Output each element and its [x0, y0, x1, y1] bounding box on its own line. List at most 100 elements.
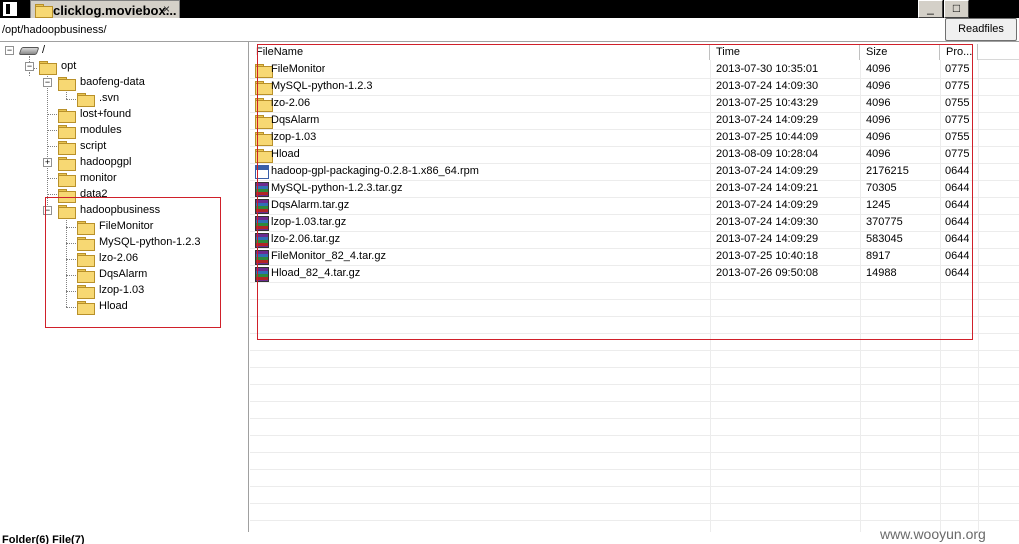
column-header-size[interactable]: Size [860, 44, 940, 60]
tree-node-hadoopgpl[interactable]: + hadoopgpl [0, 155, 240, 171]
table-row[interactable]: lzo-2.06 2013-07-25 10:43:29 4096 0755 [250, 96, 1019, 113]
empty-row [250, 487, 1019, 504]
file-name-cell: lzo-2.06.tar.gz [271, 233, 341, 245]
file-permissions-cell: 0755 [945, 97, 970, 109]
table-row[interactable]: FileMonitor_82_4.tar.gz 2013-07-25 10:40:… [250, 249, 1019, 266]
folder-icon [77, 221, 95, 235]
file-permissions-cell: 0644 [945, 165, 970, 177]
tree-node-lzo[interactable]: lzo-2.06 [0, 251, 240, 267]
app-icon[interactable] [2, 1, 18, 17]
file-size-cell: 4096 [866, 148, 891, 160]
column-header-filename[interactable]: FileName [250, 44, 710, 60]
tree-node-label: hadoopbusiness [80, 204, 161, 216]
tree-node-hadoopbusiness[interactable]: − hadoopbusiness [0, 203, 240, 219]
file-list[interactable]: FileName Time Size Pro... FileMonitor 201… [250, 42, 1019, 532]
file-name-cell: MySQL-python-1.2.3 [271, 80, 373, 92]
maximize-button[interactable]: □ [944, 0, 969, 18]
archive-icon [255, 199, 269, 214]
file-permissions-cell: 0775 [945, 80, 970, 92]
tree-node-lost-found[interactable]: lost+found [0, 107, 240, 123]
file-name-cell: Hload [271, 148, 300, 160]
file-time-cell: 2013-07-26 09:50:08 [716, 267, 819, 279]
empty-row [250, 402, 1019, 419]
table-row[interactable]: lzop-1.03.tar.gz 2013-07-24 14:09:30 37077… [250, 215, 1019, 232]
table-row[interactable]: Hload 2013-08-09 10:28:04 4096 0775 [250, 147, 1019, 164]
file-permissions-cell: 0644 [945, 182, 970, 194]
tree-node-label: DqsAlarm [99, 268, 148, 280]
folder-icon [58, 141, 76, 155]
file-permissions-cell: 0644 [945, 216, 970, 228]
tree-node-script[interactable]: script [0, 139, 240, 155]
path-bar [0, 18, 1019, 42]
file-permissions-cell: 0775 [945, 114, 970, 126]
tree-node-baofeng-data[interactable]: − baofeng-data [0, 75, 240, 91]
collapse-icon[interactable]: − [25, 62, 34, 71]
file-permissions-cell: 0644 [945, 267, 970, 279]
tree-node-label: MySQL-python-1.2.3 [99, 236, 201, 248]
tree-node-root[interactable]: − / [0, 43, 240, 59]
file-size-cell: 2176215 [866, 165, 909, 177]
tree-node-hload[interactable]: Hload [0, 299, 240, 315]
tree-node-data2[interactable]: data2 [0, 187, 240, 203]
tree-node-dqsalarm[interactable]: DqsAlarm [0, 267, 240, 283]
readfiles-button[interactable]: Readfiles [945, 18, 1017, 41]
file-permissions-cell: 0644 [945, 199, 970, 211]
expand-icon[interactable]: + [43, 158, 52, 167]
session-tab[interactable]: clicklog.moviebox... × [30, 0, 180, 18]
folder-icon [58, 157, 76, 171]
table-row[interactable]: FileMonitor 2013-07-30 10:35:01 4096 0775 [250, 62, 1019, 79]
directory-tree[interactable]: − / − opt − baofeng-data .svn lost+found… [0, 42, 249, 532]
folder-icon [58, 173, 76, 187]
tree-node-monitor[interactable]: monitor [0, 171, 240, 187]
path-input[interactable] [2, 19, 942, 39]
file-permissions-cell: 0755 [945, 131, 970, 143]
table-row[interactable]: lzo-2.06.tar.gz 2013-07-24 14:09:29 583045… [250, 232, 1019, 249]
empty-row [250, 419, 1019, 436]
drive-icon [18, 47, 40, 55]
column-header-time[interactable]: Time [710, 44, 860, 60]
file-time-cell: 2013-07-24 14:09:30 [716, 216, 819, 228]
table-row[interactable]: Hload_82_4.tar.gz 2013-07-26 09:50:08 1498… [250, 266, 1019, 283]
folder-icon [255, 115, 273, 129]
folder-icon [58, 205, 76, 219]
tree-node-mysql-python[interactable]: MySQL-python-1.2.3 [0, 235, 240, 251]
tree-node-modules[interactable]: modules [0, 123, 240, 139]
column-header-permissions[interactable]: Pro... [940, 44, 978, 60]
folder-icon [255, 81, 273, 95]
rpm-icon [255, 165, 269, 179]
file-size-cell: 583045 [866, 233, 903, 245]
minimize-button[interactable]: _ [918, 0, 943, 18]
folder-icon [58, 189, 76, 203]
table-row[interactable]: MySQL-python-1.2.3 2013-07-24 14:09:30 409… [250, 79, 1019, 96]
tree-node-filemonitor[interactable]: FileMonitor [0, 219, 240, 235]
file-permissions-cell: 0644 [945, 233, 970, 245]
table-row[interactable]: lzop-1.03 2013-07-25 10:44:09 4096 0755 [250, 130, 1019, 147]
table-row[interactable]: DqsAlarm.tar.gz 2013-07-24 14:09:29 1245 06… [250, 198, 1019, 215]
folder-icon [35, 4, 53, 18]
empty-row [250, 436, 1019, 453]
collapse-icon[interactable]: − [43, 78, 52, 87]
empty-row [250, 504, 1019, 521]
tree-node-label: lzop-1.03 [99, 284, 145, 296]
table-row[interactable]: MySQL-python-1.2.3.tar.gz 2013-07-24 14:0… [250, 181, 1019, 198]
tree-node-lzop[interactable]: lzop-1.03 [0, 283, 240, 299]
archive-icon [255, 216, 269, 231]
collapse-icon[interactable]: − [5, 46, 14, 55]
file-size-cell: 4096 [866, 97, 891, 109]
file-name-cell: FileMonitor [271, 63, 326, 75]
folder-icon [58, 109, 76, 123]
tree-node-opt[interactable]: − opt [0, 59, 240, 75]
file-size-cell: 70305 [866, 182, 897, 194]
tree-node-svn[interactable]: .svn [0, 91, 240, 107]
table-row[interactable]: DqsAlarm 2013-07-24 14:09:29 4096 0775 [250, 113, 1019, 130]
file-time-cell: 2013-07-25 10:43:29 [716, 97, 819, 109]
file-size-cell: 14988 [866, 267, 897, 279]
tree-node-label: lzo-2.06 [99, 252, 139, 264]
close-tab-icon[interactable]: × [163, 2, 170, 16]
collapse-icon[interactable]: − [43, 206, 52, 215]
file-name-cell: DqsAlarm [271, 114, 320, 126]
folder-icon [39, 61, 57, 75]
file-time-cell: 2013-07-24 14:09:29 [716, 233, 819, 245]
file-name-cell: lzop-1.03 [271, 131, 317, 143]
table-row[interactable]: hadoop-gpl-packaging-0.2.8-1.x86_64.rpm 2… [250, 164, 1019, 181]
